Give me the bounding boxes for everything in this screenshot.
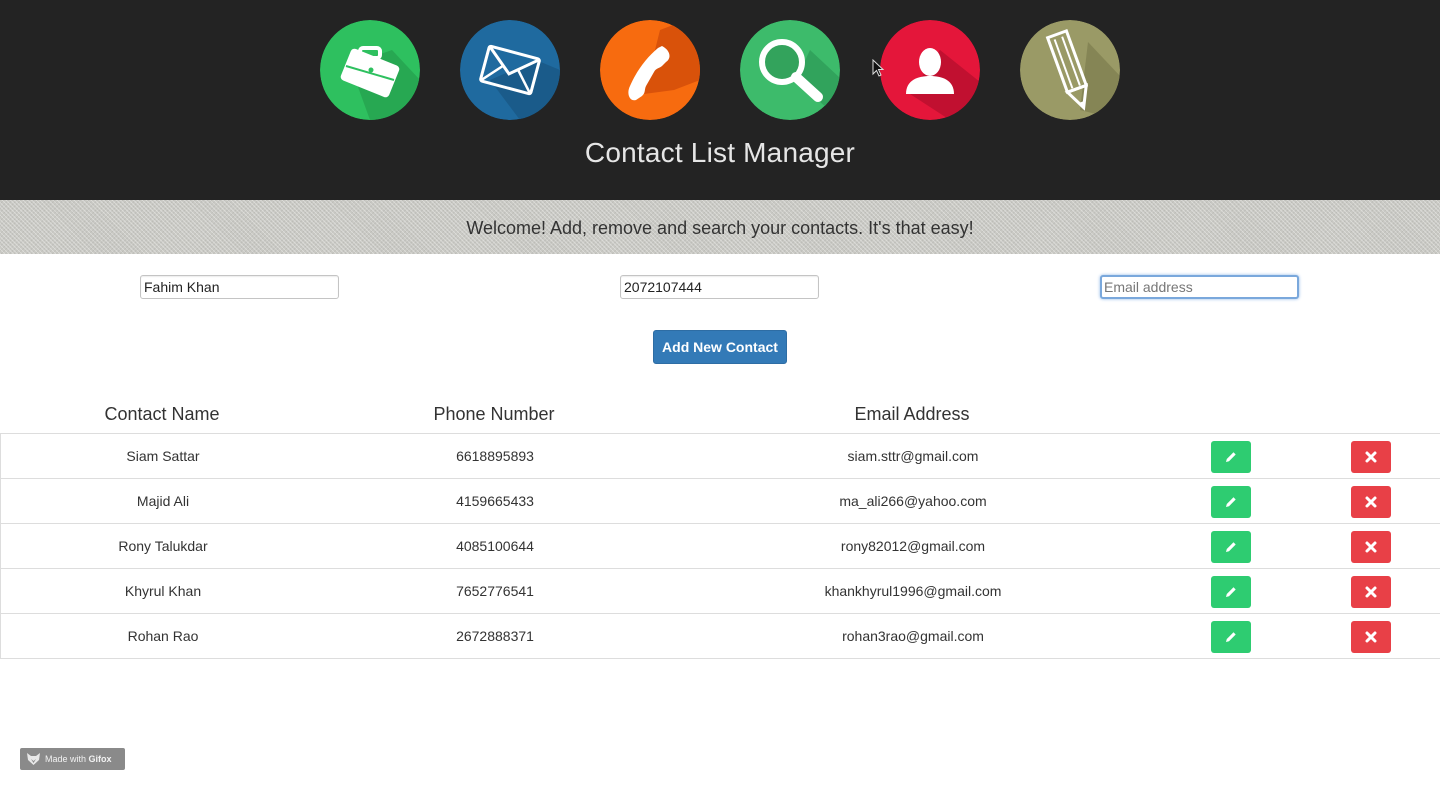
welcome-text: Welcome! Add, remove and search your con… bbox=[466, 218, 974, 238]
contact-phone: 4159665433 bbox=[456, 493, 534, 509]
gifox-watermark: Made with Gifox bbox=[20, 748, 125, 770]
contacts-table: Siam Sattar 6618895893 siam.sttr@gmail.c… bbox=[0, 433, 1440, 659]
contact-email: ma_ali266@yahoo.com bbox=[839, 493, 987, 509]
pencil-icon bbox=[1226, 542, 1236, 552]
header-contact-name: Contact Name bbox=[104, 404, 220, 424]
delete-button[interactable] bbox=[1351, 531, 1391, 563]
add-new-contact-button[interactable]: Add New Contact bbox=[653, 330, 787, 364]
contact-name: Rony Talukdar bbox=[118, 538, 208, 554]
contact-email: siam.sttr@gmail.com bbox=[847, 448, 979, 464]
pencil-icon bbox=[1020, 20, 1120, 120]
delete-button[interactable] bbox=[1351, 486, 1391, 518]
edit-button[interactable] bbox=[1211, 531, 1251, 563]
header-phone-number: Phone Number bbox=[433, 404, 555, 424]
contact-phone: 2672888371 bbox=[456, 628, 534, 644]
edit-button[interactable] bbox=[1211, 486, 1251, 518]
table-row: Majid Ali 4159665433 ma_ali266@yahoo.com bbox=[1, 478, 1440, 523]
contact-phone: 4085100644 bbox=[456, 538, 534, 554]
contact-name: Khyrul Khan bbox=[124, 583, 202, 599]
mail-icon bbox=[460, 20, 560, 120]
table-row: Siam Sattar 6618895893 siam.sttr@gmail.c… bbox=[1, 433, 1440, 478]
user-icon bbox=[880, 20, 980, 120]
contact-phone: 6618895893 bbox=[456, 448, 534, 464]
page-title: Contact List Manager bbox=[584, 137, 856, 168]
fox-icon bbox=[27, 753, 40, 765]
phone-input[interactable] bbox=[620, 275, 819, 299]
gifox-brand: Gifox bbox=[88, 754, 112, 764]
contact-email: rohan3rao@gmail.com bbox=[842, 628, 984, 644]
edit-button[interactable] bbox=[1211, 441, 1251, 473]
app-header: Contact List Manager bbox=[0, 0, 1440, 200]
briefcase-icon bbox=[320, 20, 420, 120]
name-input[interactable] bbox=[140, 275, 339, 299]
contact-name: Majid Ali bbox=[136, 493, 190, 509]
pencil-icon bbox=[1226, 632, 1236, 642]
table-row: Khyrul Khan 7652776541 khankhyrul1996@gm… bbox=[1, 568, 1440, 613]
delete-button[interactable] bbox=[1351, 576, 1391, 608]
close-icon bbox=[1365, 631, 1377, 643]
delete-button[interactable] bbox=[1351, 621, 1391, 653]
edit-button[interactable] bbox=[1211, 576, 1251, 608]
close-icon bbox=[1365, 451, 1377, 463]
header-email-address: Email Address bbox=[854, 404, 970, 424]
delete-button[interactable] bbox=[1351, 441, 1391, 473]
contact-name: Siam Sattar bbox=[126, 448, 200, 464]
pencil-icon bbox=[1226, 497, 1236, 507]
pencil-icon bbox=[1226, 587, 1236, 597]
search-icon bbox=[740, 20, 840, 120]
contact-phone: 7652776541 bbox=[456, 583, 534, 599]
made-with-text: Made with bbox=[45, 754, 87, 764]
email-input[interactable] bbox=[1100, 275, 1299, 299]
phone-icon bbox=[600, 20, 700, 120]
welcome-banner: Welcome! Add, remove and search your con… bbox=[0, 200, 1440, 254]
pencil-icon bbox=[1226, 452, 1236, 462]
contact-name: Rohan Rao bbox=[127, 628, 199, 644]
close-icon bbox=[1365, 586, 1377, 598]
table-row: Rony Talukdar 4085100644 rony82012@gmail… bbox=[1, 523, 1440, 568]
table-row: Rohan Rao 2672888371 rohan3rao@gmail.com bbox=[1, 613, 1440, 659]
edit-button[interactable] bbox=[1211, 621, 1251, 653]
contact-email: rony82012@gmail.com bbox=[840, 538, 986, 554]
close-icon bbox=[1365, 496, 1377, 508]
contact-email: khankhyrul1996@gmail.com bbox=[824, 583, 1002, 599]
mouse-cursor-icon bbox=[872, 59, 885, 77]
close-icon bbox=[1365, 541, 1377, 553]
